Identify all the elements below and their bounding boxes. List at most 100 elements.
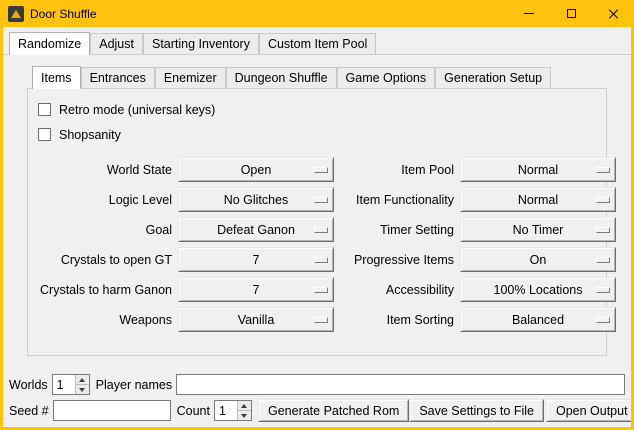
accessibility-dropdown[interactable]: 100% Locations — [460, 277, 616, 302]
titlebar[interactable]: Door Shuffle — [0, 0, 634, 27]
app-window: Door Shuffle Randomize Adjust Starting I… — [0, 0, 634, 430]
item-sorting-value: Balanced — [512, 313, 564, 327]
count-value[interactable]: 1 — [215, 401, 237, 420]
item-functionality-value: Normal — [518, 193, 558, 207]
crystals-open-gt-dropdown[interactable]: 7 — [178, 247, 334, 272]
dropdown-indicator-icon — [596, 287, 610, 293]
accessibility-label: Accessibility — [338, 283, 456, 297]
count-spin-up-button[interactable] — [238, 401, 251, 411]
world-state-dropdown[interactable]: Open — [178, 157, 334, 182]
crystals-open-gt-label: Crystals to open GT — [40, 253, 174, 267]
maximize-icon — [567, 9, 576, 18]
progressive-items-value: On — [530, 253, 547, 267]
progressive-items-label: Progressive Items — [338, 253, 456, 267]
logic-level-value: No Glitches — [224, 193, 289, 207]
retro-mode-label[interactable]: Retro mode (universal keys) — [59, 103, 215, 117]
dropdown-indicator-icon — [596, 257, 610, 263]
tab-dungeon-shuffle[interactable]: Dungeon Shuffle — [226, 67, 337, 88]
retro-mode-row: Retro mode (universal keys) — [38, 97, 606, 122]
tab-generation-setup[interactable]: Generation Setup — [435, 67, 551, 88]
shopsanity-label[interactable]: Shopsanity — [59, 128, 121, 142]
window-body: Randomize Adjust Starting Inventory Cust… — [3, 27, 631, 427]
world-state-value: Open — [241, 163, 272, 177]
worlds-spin-up-button[interactable] — [76, 375, 89, 385]
logic-level-label: Logic Level — [40, 193, 174, 207]
tab-adjust[interactable]: Adjust — [90, 33, 143, 54]
window-controls — [508, 0, 634, 27]
tab-randomize[interactable]: Randomize — [9, 32, 90, 55]
count-spinner[interactable]: 1 — [214, 400, 252, 421]
crystals-harm-ganon-value: 7 — [253, 283, 260, 297]
worlds-spin-down-button[interactable] — [76, 385, 89, 394]
item-pool-value: Normal — [518, 163, 558, 177]
dropdown-indicator-icon — [314, 257, 328, 263]
generate-patched-rom-button[interactable]: Generate Patched Rom — [258, 399, 409, 422]
item-pool-dropdown[interactable]: Normal — [460, 157, 616, 182]
seed-input[interactable] — [53, 400, 171, 421]
timer-setting-value: No Timer — [513, 223, 564, 237]
crystals-harm-ganon-dropdown[interactable]: 7 — [178, 277, 334, 302]
retro-mode-checkbox[interactable] — [38, 103, 51, 116]
worlds-spinner[interactable]: 1 — [52, 374, 90, 395]
maximize-button[interactable] — [550, 0, 592, 27]
count-spin-down-button[interactable] — [238, 411, 251, 420]
item-sorting-label: Item Sorting — [338, 313, 456, 327]
tab-custom-item-pool[interactable]: Custom Item Pool — [259, 33, 376, 54]
player-names-input[interactable] — [176, 374, 625, 395]
goal-label: Goal — [40, 223, 174, 237]
seed-label: Seed # — [9, 404, 49, 418]
tab-starting-inventory[interactable]: Starting Inventory — [143, 33, 259, 54]
weapons-label: Weapons — [40, 313, 174, 327]
weapons-dropdown[interactable]: Vanilla — [178, 307, 334, 332]
item-functionality-label: Item Functionality — [338, 193, 456, 207]
crystals-open-gt-value: 7 — [253, 253, 260, 267]
options-grid: World State Open Item Pool Normal Logic … — [40, 157, 606, 332]
worlds-row: Worlds 1 Player names — [9, 373, 625, 396]
goal-value: Defeat Ganon — [217, 223, 295, 237]
items-tab-panel: Retro mode (universal keys) Shopsanity W… — [27, 88, 607, 356]
accessibility-value: 100% Locations — [494, 283, 583, 297]
dropdown-indicator-icon — [314, 167, 328, 173]
player-names-label: Player names — [96, 378, 172, 392]
save-settings-button[interactable]: Save Settings to File — [409, 399, 544, 422]
worlds-value[interactable]: 1 — [53, 375, 75, 394]
dropdown-indicator-icon — [596, 197, 610, 203]
open-output-directory-button[interactable]: Open Output Directory — [546, 399, 631, 422]
item-sorting-dropdown[interactable]: Balanced — [460, 307, 616, 332]
goal-dropdown[interactable]: Defeat Ganon — [178, 217, 334, 242]
primary-tab-strip: Randomize Adjust Starting Inventory Cust… — [3, 27, 631, 55]
arrow-down-icon — [79, 388, 85, 392]
weapons-value: Vanilla — [238, 313, 275, 327]
dropdown-indicator-icon — [596, 317, 610, 323]
shopsanity-row: Shopsanity — [38, 122, 606, 147]
item-functionality-dropdown[interactable]: Normal — [460, 187, 616, 212]
tab-enemizer[interactable]: Enemizer — [155, 67, 226, 88]
dropdown-indicator-icon — [596, 167, 610, 173]
arrow-up-icon — [241, 404, 247, 408]
randomize-panel: Items Entrances Enemizer Dungeon Shuffle… — [27, 61, 607, 356]
dropdown-indicator-icon — [314, 287, 328, 293]
worlds-label: Worlds — [9, 378, 48, 392]
dropdown-indicator-icon — [596, 227, 610, 233]
secondary-tab-strip: Items Entrances Enemizer Dungeon Shuffle… — [27, 61, 607, 88]
progressive-items-dropdown[interactable]: On — [460, 247, 616, 272]
dropdown-indicator-icon — [314, 227, 328, 233]
seed-row: Seed # Count 1 Generate Patched Rom Save… — [9, 399, 625, 422]
shopsanity-checkbox[interactable] — [38, 128, 51, 141]
tab-game-options[interactable]: Game Options — [337, 67, 436, 88]
count-label: Count — [177, 404, 210, 418]
dropdown-indicator-icon — [314, 317, 328, 323]
arrow-down-icon — [241, 414, 247, 418]
minimize-button[interactable] — [508, 0, 550, 27]
arrow-up-icon — [79, 378, 85, 382]
logic-level-dropdown[interactable]: No Glitches — [178, 187, 334, 212]
timer-setting-dropdown[interactable]: No Timer — [460, 217, 616, 242]
app-icon — [8, 6, 24, 22]
window-title: Door Shuffle — [30, 7, 97, 21]
worlds-spin-buttons — [75, 375, 89, 394]
close-button[interactable] — [592, 0, 634, 27]
tab-items[interactable]: Items — [32, 66, 81, 89]
tab-entrances[interactable]: Entrances — [81, 67, 155, 88]
minimize-icon — [524, 13, 534, 14]
crystals-harm-ganon-label: Crystals to harm Ganon — [40, 283, 174, 297]
